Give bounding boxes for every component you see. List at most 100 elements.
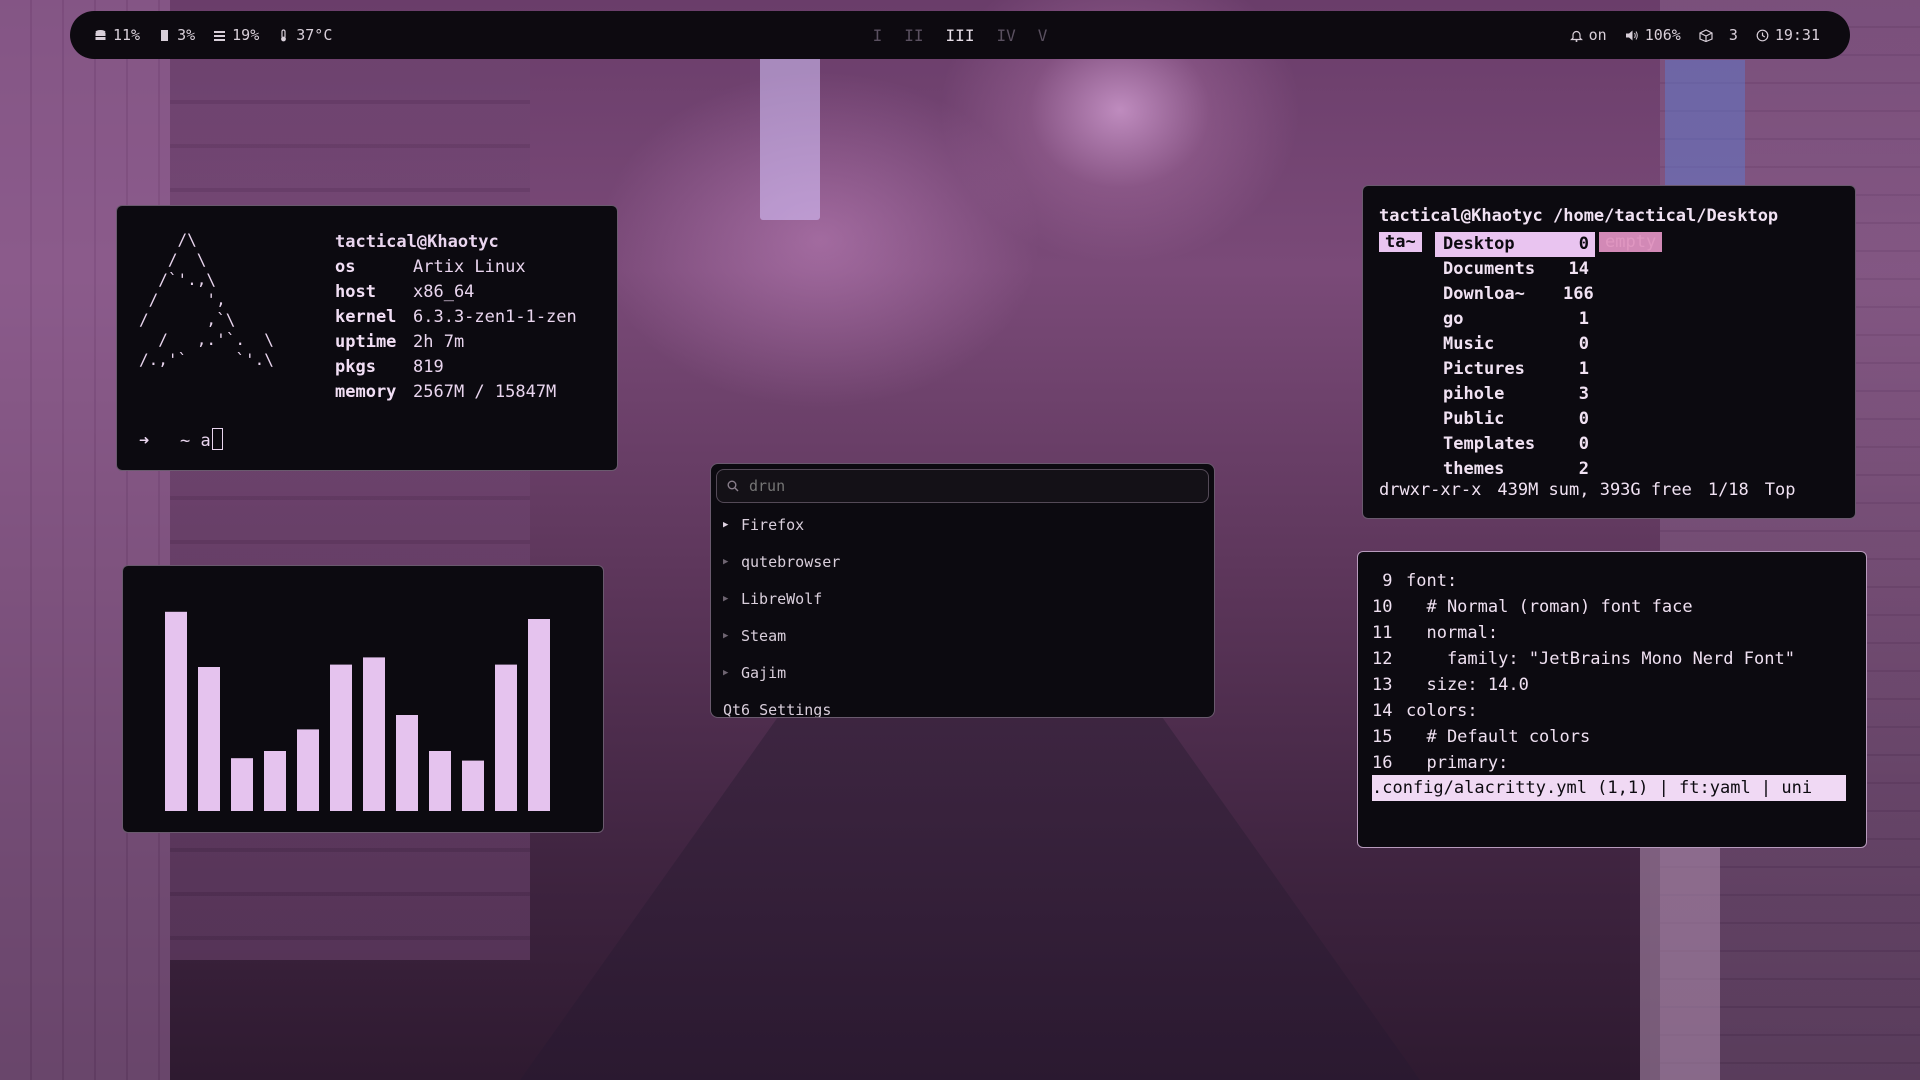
- workspace-5[interactable]: V: [1038, 26, 1048, 45]
- cpu-icon: [161, 29, 169, 41]
- code-line[interactable]: 13 size: 14.0: [1372, 672, 1529, 698]
- launcher-search[interactable]: [716, 469, 1209, 503]
- launcher-item-qutebrowser[interactable]: ▶ qutebrowser: [723, 553, 840, 571]
- status-bar: 11% 3% 19% 37°C I II III IV V on 106% 3 …: [70, 11, 1850, 59]
- launcher-item-librewolf[interactable]: ▶ LibreWolf: [723, 590, 822, 608]
- code-line[interactable]: 16 primary:: [1372, 750, 1508, 776]
- info-row-pkgs: pkgs 819: [335, 357, 444, 377]
- fetch-terminal-window[interactable]: /\ / \ /`'.,\ / ', / ,`\ / ,.'`. \ /.,'`…: [116, 205, 618, 471]
- visualizer-bar: [264, 751, 286, 811]
- updates-indicator[interactable]: 3: [1699, 26, 1738, 44]
- workspace-2[interactable]: II: [904, 26, 923, 45]
- text-cursor: [211, 428, 223, 450]
- permissions: drwxr-xr-x: [1379, 480, 1482, 500]
- visualizer-bar: [363, 657, 385, 811]
- speaker-icon: [1625, 30, 1638, 40]
- shell-prompt[interactable]: ➜ ~ a: [139, 428, 223, 451]
- editor-statusline: .config/alacritty.yml (1,1) | ft:yaml | …: [1372, 775, 1846, 801]
- dir-entry[interactable]: Documents 14: [1435, 257, 1595, 282]
- visualizer-bar: [429, 751, 451, 811]
- thermometer-icon: [281, 28, 287, 41]
- workspace-1[interactable]: I: [873, 26, 883, 45]
- search-input[interactable]: [747, 476, 1191, 496]
- launcher-item-firefox[interactable]: ▶ Firefox: [723, 516, 804, 534]
- parent-dir[interactable]: ta~: [1379, 232, 1422, 252]
- chevron-right-icon: ▶: [723, 557, 729, 567]
- search-icon: [727, 480, 739, 492]
- disk-usage-value: 11%: [113, 26, 141, 44]
- bell-icon: [1569, 30, 1583, 42]
- info-row-os: os Artix Linux: [335, 257, 526, 277]
- memory-usage: 19%: [213, 26, 259, 44]
- code-line[interactable]: 9 font:: [1372, 568, 1457, 594]
- notifications-status: on: [1588, 26, 1607, 44]
- text-editor-window[interactable]: 9 font: 10 # Normal (roman) font face 11 …: [1357, 551, 1867, 848]
- directory-list[interactable]: Desktop 0 Documents 14 Downloa~ 166 go 1 Mus…: [1435, 232, 1595, 482]
- chevron-right-icon: ▶: [723, 520, 729, 530]
- cpu-usage: 3%: [158, 26, 195, 44]
- file-manager-status: drwxr-xr-x 439M sum, 393G free 1/18 Top: [1379, 480, 1796, 500]
- memory-usage-value: 19%: [232, 26, 260, 44]
- volume-value: 106%: [1644, 26, 1681, 44]
- dir-entry[interactable]: Public 0: [1435, 407, 1595, 432]
- launcher-item-gajim[interactable]: ▶ Gajim: [723, 664, 786, 682]
- info-row-uptime: uptime 2h 7m: [335, 332, 465, 352]
- cursor-position: 1/18: [1707, 480, 1749, 500]
- scroll-position: Top: [1764, 480, 1796, 500]
- dir-entry[interactable]: themes 2: [1435, 457, 1595, 482]
- audio-visualizer-window: [122, 565, 604, 833]
- system-stats: 11% 3% 19% 37°C: [70, 26, 332, 44]
- prompt-input[interactable]: a: [200, 431, 210, 451]
- wallpaper-street: [520, 700, 1420, 1080]
- workspace-3[interactable]: III: [946, 26, 975, 45]
- dir-entry[interactable]: Pictures 1: [1435, 357, 1595, 382]
- code-line[interactable]: 10 # Normal (roman) font face: [1372, 594, 1693, 620]
- temperature: 37°C: [277, 26, 332, 44]
- notifications-toggle[interactable]: on: [1569, 26, 1607, 44]
- volume-control[interactable]: 106%: [1625, 26, 1681, 44]
- visualizer-bar: [528, 619, 550, 811]
- disk-summary: 439M sum, 393G free: [1497, 480, 1692, 500]
- info-row-kernel: kernel 6.3.3-zen1-1-zen: [335, 307, 577, 327]
- disk-icon: [95, 29, 106, 40]
- code-line[interactable]: 15 # Default colors: [1372, 724, 1590, 750]
- dir-entry[interactable]: Downloa~ 166: [1435, 282, 1595, 307]
- launcher-item-steam[interactable]: ▶ Steam: [723, 627, 786, 645]
- parent-column[interactable]: ta~: [1379, 232, 1422, 252]
- visualizer-bar: [396, 715, 418, 811]
- clock: 19:31: [1756, 26, 1820, 44]
- clock-icon: [1756, 29, 1769, 41]
- wallpaper-building-right: [1660, 0, 1920, 1080]
- dir-entry[interactable]: go 1: [1435, 307, 1595, 332]
- workspace-switcher: I II III IV V: [873, 26, 1048, 45]
- wallpaper-building-left: [0, 0, 170, 1080]
- workspace-4[interactable]: IV: [996, 26, 1015, 45]
- visualizer-bar: [495, 664, 517, 811]
- visualizer-bar: [330, 664, 352, 811]
- dir-entry[interactable]: Desktop 0: [1435, 232, 1595, 257]
- memory-icon: [214, 30, 226, 41]
- current-path: tactical@Khaotyc /home/tactical/Desktop: [1379, 206, 1779, 226]
- package-icon: [1699, 28, 1713, 42]
- dir-entry[interactable]: pihole 3: [1435, 382, 1595, 407]
- code-line[interactable]: 11 normal:: [1372, 620, 1498, 646]
- info-row-memory: memory 2567M / 15847M: [335, 382, 557, 402]
- visualizer-bars: [165, 611, 550, 811]
- updates-count: 3: [1728, 26, 1738, 44]
- code-line[interactable]: 14 colors:: [1372, 698, 1478, 724]
- visualizer-bar: [165, 611, 187, 811]
- disk-usage: 11%: [94, 26, 140, 44]
- dir-entry[interactable]: Music 0: [1435, 332, 1595, 357]
- chevron-right-icon: ▶: [723, 668, 729, 678]
- prompt-directory: ~: [179, 431, 191, 451]
- code-line[interactable]: 12 family: "JetBrains Mono Nerd Font": [1372, 646, 1795, 672]
- visualizer-bar: [198, 667, 220, 811]
- fetch-user-host: tactical@Khaotyc: [335, 232, 499, 252]
- file-manager-window[interactable]: tactical@Khaotyc /home/tactical/Desktop …: [1362, 185, 1856, 519]
- system-info: tactical@Khaotyc os Artix Linux host x86_6…: [335, 230, 577, 405]
- app-launcher[interactable]: ▶Firefox ▶qutebrowser ▶LibreWolf ▶Steam …: [710, 463, 1215, 718]
- launcher-item-qt6-settings[interactable]: Qt6 Settings: [723, 701, 831, 717]
- dir-entry[interactable]: Templates 0: [1435, 432, 1595, 457]
- visualizer-bar: [297, 729, 319, 811]
- preview-empty-badge: empty: [1599, 232, 1663, 252]
